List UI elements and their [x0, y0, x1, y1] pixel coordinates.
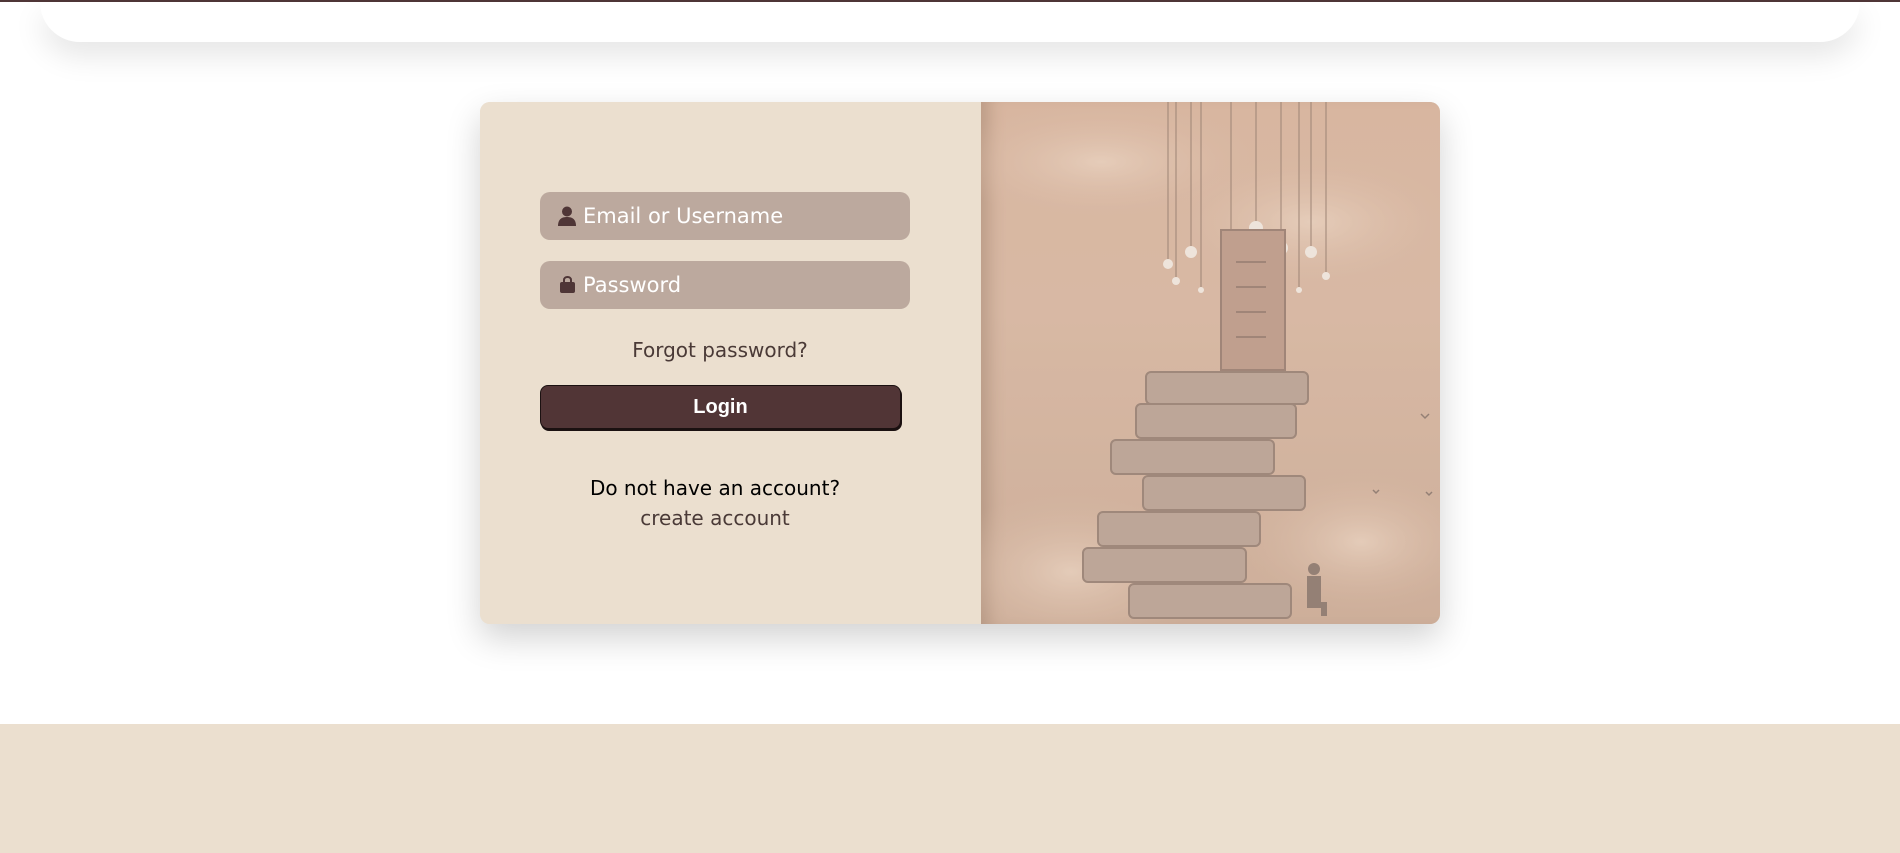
- email-input[interactable]: [581, 192, 910, 240]
- login-button[interactable]: Login: [540, 385, 901, 429]
- lock-icon: [555, 273, 579, 297]
- password-field[interactable]: [540, 261, 910, 309]
- footer-band: [0, 724, 1900, 853]
- user-icon: [555, 204, 579, 228]
- login-form-panel: Forgot password? Login Do not have an ac…: [480, 102, 980, 624]
- email-field[interactable]: [540, 192, 910, 240]
- books-stair-illustration: [931, 102, 1440, 624]
- no-account-text: Do not have an account?: [589, 476, 841, 500]
- forgot-password-link[interactable]: Forgot password?: [540, 338, 900, 362]
- password-input[interactable]: [581, 261, 910, 309]
- hero-illustration: [931, 102, 1440, 624]
- header-shadow: [40, 2, 1860, 42]
- login-card: Forgot password? Login Do not have an ac…: [480, 102, 1440, 624]
- create-account-link[interactable]: create account: [540, 506, 890, 530]
